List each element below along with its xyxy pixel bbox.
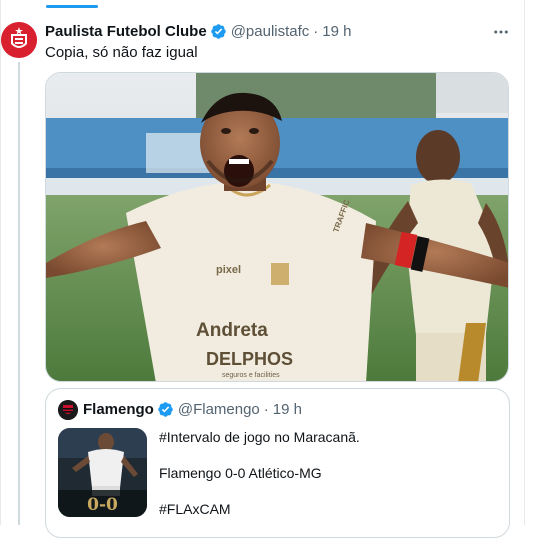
separator-dot: · <box>263 401 269 418</box>
more-options-button[interactable] <box>487 20 515 44</box>
quoted-thumbnail[interactable]: 0-0 <box>58 428 147 517</box>
celebrating-players-image: pixel Andreta DELPHOS seguros e faciliti… <box>46 73 508 381</box>
quoted-display-name[interactable]: Flamengo <box>83 401 154 418</box>
paulista-crest-icon <box>1 22 37 58</box>
thumbnail-score: 0-0 <box>87 495 118 515</box>
more-options-icon <box>494 30 508 34</box>
quoted-line-1: #Intervalo de jogo no Maracanã. <box>159 429 360 445</box>
flamengo-crest-icon <box>58 400 78 420</box>
quoted-line-2: Flamengo 0-0 Atlético-MG <box>159 465 322 481</box>
quoted-avatar[interactable] <box>58 400 78 420</box>
quoted-header: Flamengo @Flamengo · 19 h <box>83 401 302 418</box>
sponsor-andreta: Andreta <box>196 320 268 341</box>
quoted-thumbnail-image: 0-0 <box>58 428 147 517</box>
separator-dot: · <box>313 23 319 40</box>
sponsor-delphos-sub: seguros e facilities <box>222 372 280 379</box>
verified-badge-icon <box>210 24 226 39</box>
timeline-left-border <box>0 0 1 525</box>
avatar[interactable] <box>1 22 37 58</box>
tweet-photo[interactable]: pixel Andreta DELPHOS seguros e faciliti… <box>45 72 509 382</box>
thread-connector <box>18 62 20 525</box>
tab-indicator <box>46 5 98 8</box>
tweet-header: Paulista Futebol Clube @paulistafc · 19 … <box>45 23 352 40</box>
handle[interactable]: @paulistafc <box>231 23 310 40</box>
timeline-right-border <box>524 0 525 525</box>
quoted-handle[interactable]: @Flamengo <box>178 401 260 418</box>
quoted-timestamp[interactable]: 19 h <box>273 401 302 418</box>
timestamp[interactable]: 19 h <box>322 23 351 40</box>
verified-badge-icon <box>158 402 173 417</box>
display-name[interactable]: Paulista Futebol Clube <box>45 23 207 40</box>
tweet-text: Copia, só não faz igual <box>45 44 198 61</box>
quoted-line-3[interactable]: #FLAxCAM <box>159 501 231 517</box>
sponsor-delphos: DELPHOS <box>206 349 293 369</box>
quoted-tweet[interactable]: Flamengo @Flamengo · 19 h 0-0 #Intervalo… <box>45 388 510 538</box>
sponsor-pixel: pixel <box>216 264 241 276</box>
